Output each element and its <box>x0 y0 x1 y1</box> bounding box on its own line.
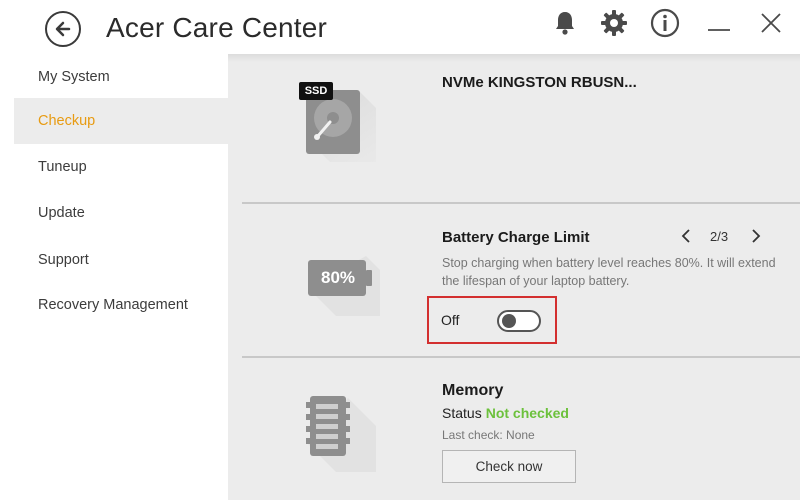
battery-card-description: Stop charging when battery level reaches… <box>442 256 776 288</box>
close-button[interactable] <box>756 8 786 38</box>
battery-card-title: Battery Charge Limit <box>442 229 590 246</box>
memory-card-title: Memory <box>442 382 504 399</box>
check-now-button[interactable]: Check now <box>442 450 576 483</box>
sidebar-item-label: Update <box>38 205 85 221</box>
info-icon <box>650 8 680 38</box>
minimize-icon <box>708 29 730 31</box>
pager-count: 2/3 <box>710 229 729 244</box>
back-arrow-icon <box>55 21 71 37</box>
ssd-badge: SSD <box>299 82 333 100</box>
previous-page-button[interactable] <box>680 228 692 249</box>
ssd-card: SSD NVMe KINGSTON RBUSN... <box>242 54 800 202</box>
sidebar: My System Checkup Tuneup Update Support … <box>14 54 228 500</box>
memory-chip-icon <box>296 392 406 477</box>
memory-status: Status Not checked <box>442 405 569 421</box>
toggle-state-label: Off <box>441 312 460 328</box>
title-bar: Acer Care Center <box>0 0 800 54</box>
memory-card: Memory Status Not checked Last check: Non… <box>242 358 800 500</box>
app-title: Acer Care Center <box>106 12 328 43</box>
sidebar-item-label: Support <box>38 252 89 268</box>
sidebar-item-my-system[interactable]: My System <box>14 54 228 100</box>
next-page-button[interactable] <box>750 228 762 249</box>
battery-level-label: 80% <box>320 268 356 287</box>
sidebar-item-tuneup[interactable]: Tuneup <box>14 144 228 190</box>
bell-icon <box>556 12 574 35</box>
minimize-button[interactable] <box>704 8 734 38</box>
charge-limit-highlight: Off <box>427 296 557 344</box>
battery-pager: 2/3 <box>680 228 770 248</box>
chevron-right-icon <box>752 229 761 243</box>
battery-charge-card: 80% Battery Charge Limit 2/3 Stop chargi… <box>242 204 800 356</box>
last-check-text: Last check: None <box>442 428 535 442</box>
gear-icon <box>601 10 627 36</box>
battery-icon: 80% <box>296 252 396 321</box>
back-button[interactable] <box>45 11 81 47</box>
sidebar-item-recovery-management[interactable]: Recovery Management <box>14 282 228 328</box>
chevron-left-icon <box>681 229 690 243</box>
settings-button[interactable] <box>599 8 629 38</box>
close-icon <box>761 13 781 33</box>
sidebar-item-checkup[interactable]: Checkup <box>14 98 228 144</box>
info-button[interactable] <box>650 8 680 38</box>
sidebar-item-label: My System <box>38 69 110 85</box>
sidebar-item-update[interactable]: Update <box>14 190 228 236</box>
notifications-button[interactable] <box>550 8 580 38</box>
sidebar-item-label: Checkup <box>38 113 96 129</box>
sidebar-item-support[interactable]: Support <box>14 237 228 283</box>
ssd-title: NVMe KINGSTON RBUSN... <box>442 74 637 91</box>
status-label: Status <box>442 405 482 421</box>
status-badge: Not checked <box>485 405 569 421</box>
sidebar-item-label: Recovery Management <box>38 297 188 313</box>
sidebar-item-label: Tuneup <box>38 159 87 175</box>
main-content: SSD NVMe KINGSTON RBUSN... 80% Battery C… <box>228 54 800 500</box>
toggle-knob <box>502 314 516 328</box>
charge-limit-toggle[interactable] <box>497 310 541 332</box>
